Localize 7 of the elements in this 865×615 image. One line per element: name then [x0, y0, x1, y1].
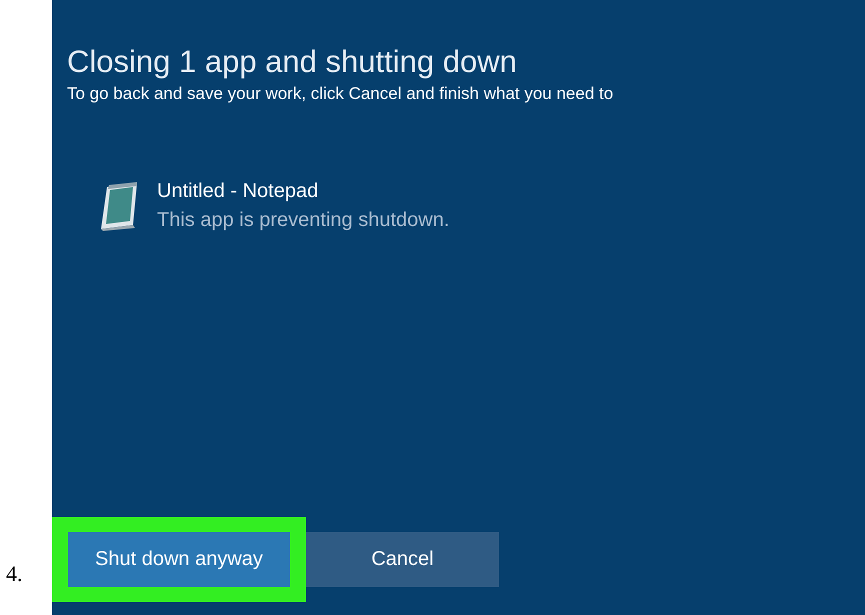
cancel-button[interactable]: Cancel: [306, 532, 499, 587]
shut-down-button[interactable]: Shut down anyway: [68, 532, 290, 587]
app-name: Untitled - Notepad: [157, 180, 320, 203]
dialog-title: Closing 1 app and shutting down: [67, 44, 518, 80]
step-number: 4.: [5, 561, 24, 587]
app-status: This app is preventing shutdown.: [157, 209, 450, 232]
dialog-message: To go back and save your work, click Cancel and finish what you need to: [67, 84, 614, 104]
